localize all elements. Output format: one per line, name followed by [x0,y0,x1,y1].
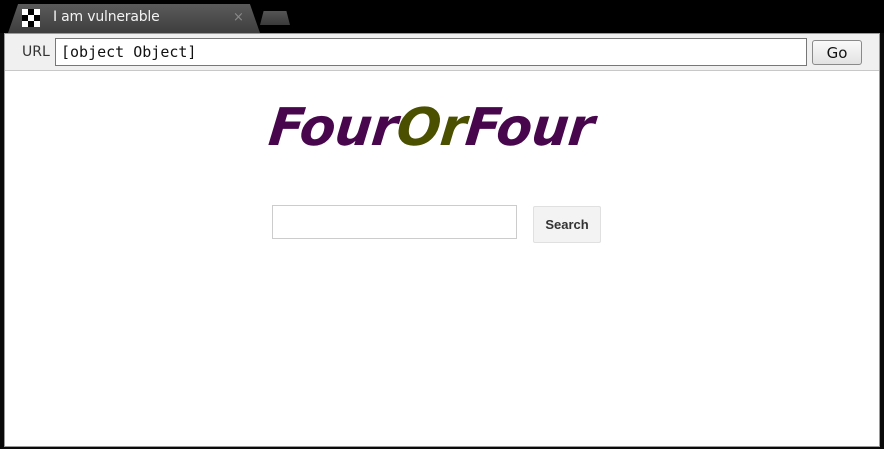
new-tab-button[interactable] [260,11,290,25]
tab-title: I am vulnerable [53,9,160,25]
search-button[interactable]: Search [533,206,601,243]
close-icon[interactable]: × [233,10,244,25]
tab-strip: I am vulnerable × [0,0,884,33]
browser-window: URL Go FourOrFour Search [4,33,880,447]
url-input[interactable] [55,38,807,66]
url-label: URL [22,44,50,60]
page-content: FourOrFour Search [5,71,879,446]
search-input[interactable] [272,205,517,239]
site-logo: FourOrFour [266,98,597,158]
url-bar: URL Go [5,34,879,71]
logo-part-four-2: Four [462,98,597,158]
checkerboard-icon [22,9,40,27]
logo-part-or: Or [393,98,469,158]
go-button[interactable]: Go [812,40,862,65]
logo-part-four: Four [265,98,401,158]
